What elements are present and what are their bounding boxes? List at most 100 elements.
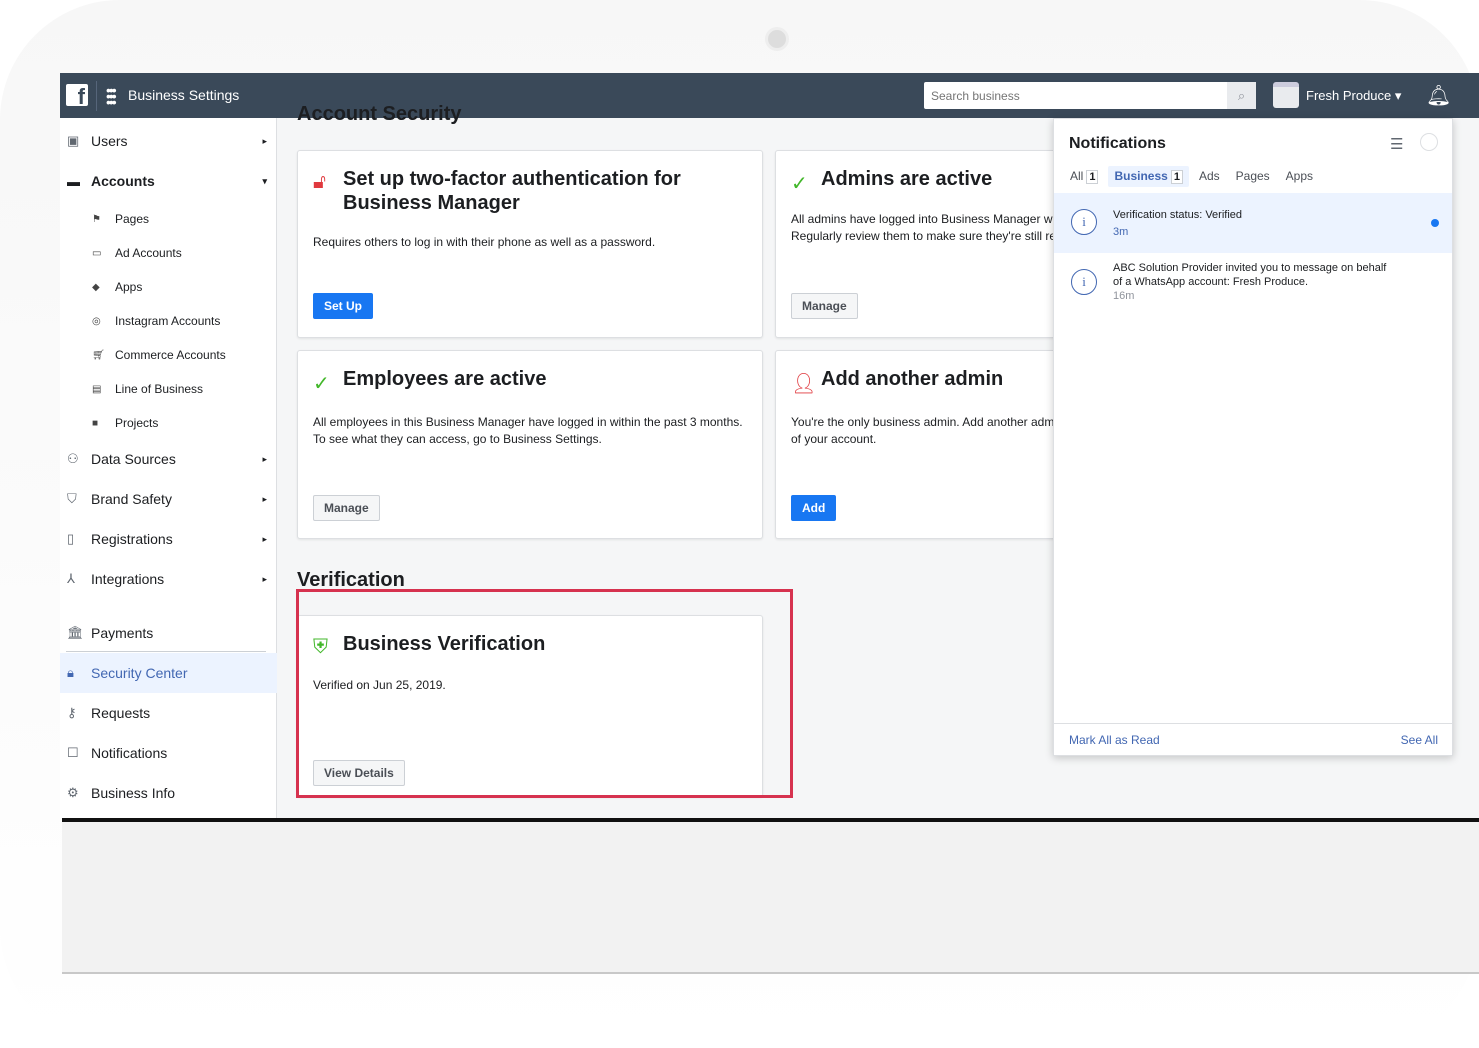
set-up-button[interactable]: Set Up	[313, 293, 374, 319]
manage-employees-button[interactable]: Manage	[313, 495, 380, 521]
sidebar-item-label: Integrations	[91, 571, 165, 587]
sidebar-subitem-projects[interactable]: ■ Projects	[92, 416, 158, 430]
notification-item[interactable]: i Verification status: Verified 3m	[1054, 193, 1452, 253]
chevron-down-icon: ▾	[262, 175, 267, 186]
sidebar-item-label: Notifications	[91, 745, 168, 761]
sidebar-item-label: Payments	[91, 625, 154, 641]
sidebar-item-label: Users	[91, 133, 128, 149]
apps-grid-icon[interactable]: ••• ••• •••	[106, 83, 117, 109]
account-name: Fresh Produce	[1306, 88, 1392, 103]
unread-dot	[1431, 219, 1439, 227]
sidebar-subitem-pages[interactable]: ⚑ Pages	[92, 212, 149, 226]
sidebar-subitem-line-of-business[interactable]: ▤ Line of Business	[92, 382, 203, 396]
unlock-icon: 🔓︎	[313, 171, 326, 193]
bank-icon: 🏛︎	[67, 625, 84, 640]
add-admin-button[interactable]: Add	[791, 495, 837, 521]
integrations-icon: ⅄	[67, 571, 75, 586]
count-badge: 1	[1086, 170, 1099, 184]
add-user-icon: 👤︎	[791, 373, 817, 395]
account-switcher[interactable]: Fresh Produce ▾	[1306, 88, 1401, 104]
sidebar-item-requests[interactable]: ⚷ Requests	[60, 693, 277, 733]
sidebar-item-security-center[interactable]: 🔒︎ Security Center	[60, 653, 277, 693]
notifications-title: Notifications	[1069, 135, 1166, 152]
sidebar-subitem-commerce[interactable]: 🛒︎ Commerce Accounts	[92, 348, 226, 362]
sidebar-subitem-instagram[interactable]: ◎ Instagram Accounts	[92, 314, 220, 328]
sidebar-item-users[interactable]: ▣ Users ▸	[60, 121, 277, 161]
sidebar-subitem-ad-accounts[interactable]: ▭ Ad Accounts	[92, 246, 182, 260]
facebook-logo[interactable]: f	[66, 84, 88, 106]
info-icon: i	[1071, 209, 1097, 235]
divider	[96, 81, 97, 111]
search-icon[interactable]: ⌕	[1227, 82, 1256, 109]
label: Projects	[115, 416, 159, 430]
sidebar-item-label: Brand Safety	[91, 491, 172, 507]
notifications-panel: Notifications ☰ All 1 Business 1 Ads Pages…	[1053, 118, 1453, 756]
accounts-icon: ▬	[67, 173, 80, 189]
label: Apps	[115, 280, 143, 294]
sidebar-item-label: Accounts	[91, 173, 155, 189]
notification-text: Verification status: Verified	[1113, 209, 1243, 221]
card-text: All employees in this Business Manager h…	[313, 415, 743, 446]
flag-icon: ⚑	[92, 213, 101, 225]
notifications-icon: ☐	[67, 745, 79, 760]
sidebar-item-payments[interactable]: 🏛︎ Payments	[60, 613, 277, 653]
tab-ads[interactable]: Ads	[1193, 166, 1226, 187]
label: Ad Accounts	[115, 246, 182, 260]
manage-admins-button[interactable]: Manage	[791, 293, 858, 319]
sidebar-item-label: Requests	[91, 705, 151, 721]
notification-time: 16m	[1113, 290, 1135, 302]
sidebar-item-label: Business Info	[91, 785, 176, 801]
data-sources-icon: ⚇	[67, 451, 79, 466]
shield-icon: ⛉	[67, 491, 77, 506]
tab-apps[interactable]: Apps	[1280, 166, 1319, 187]
tab-pages[interactable]: Pages	[1230, 166, 1276, 187]
sidebar-subitem-apps[interactable]: ◆ Apps	[92, 280, 142, 294]
search-input[interactable]	[924, 82, 1256, 109]
section-heading-account-security: Account Security	[297, 103, 462, 125]
info-icon: i	[1071, 269, 1097, 295]
sidebar-item-business-info[interactable]: ⚙ Business Info	[60, 773, 277, 813]
chevron-right-icon: ▸	[262, 493, 267, 504]
employees-active-card: ✓ Employees are active All employees in …	[297, 350, 763, 539]
notification-tabs: All 1 Business 1 Ads Pages Apps	[1064, 166, 1319, 187]
business-avatar[interactable]	[1273, 82, 1299, 108]
notification-item[interactable]: i ABC Solution Provider invited you to m…	[1054, 253, 1452, 313]
see-all-link[interactable]: See All	[1401, 733, 1438, 747]
camera	[765, 27, 789, 51]
label: Instagram Accounts	[115, 314, 221, 328]
check-icon: ✓	[313, 373, 330, 395]
key-icon: ⚷	[67, 705, 77, 720]
sidebar-item-integrations[interactable]: ⅄ Integrations ▸	[60, 559, 277, 599]
sidebar-item-accounts[interactable]: ▬ Accounts ▾	[60, 161, 277, 201]
mark-all-read-link[interactable]: Mark All as Read	[1069, 733, 1160, 747]
label: Commerce Accounts	[115, 348, 226, 362]
card-title: Set up two-factor authentication for Bus…	[343, 168, 681, 214]
sidebar-item-registrations[interactable]: ▯ Registrations ▸	[60, 519, 277, 559]
chevron-right-icon: ▸	[262, 453, 267, 464]
tab-label: Business	[1114, 169, 1168, 183]
highlight-box	[296, 589, 793, 798]
sidebar-item-label: Data Sources	[91, 451, 176, 467]
check-icon: ✓	[791, 173, 808, 195]
label: Line of Business	[115, 382, 204, 396]
lock-icon: 🔒︎	[67, 665, 74, 680]
tab-business[interactable]: Business 1	[1108, 166, 1189, 187]
briefcase-icon: ▤	[92, 383, 102, 395]
avatar[interactable]	[1420, 133, 1438, 151]
users-icon: ▣	[67, 133, 80, 148]
notification-text: ABC Solution Provider invited you to mes…	[1113, 262, 1387, 288]
settings-icon[interactable]: ☰	[1390, 135, 1403, 153]
chevron-right-icon: ▸	[262, 573, 267, 584]
sidebar-item-notifications[interactable]: ☐ Notifications	[60, 733, 277, 773]
cart-icon: 🛒︎	[92, 349, 105, 361]
app-title: Business Settings	[128, 87, 240, 103]
sidebar-item-label: Security Center	[91, 665, 188, 681]
ad-accounts-icon: ▭	[92, 247, 102, 259]
gear-icon: ⚙	[67, 785, 79, 800]
sidebar-item-data-sources[interactable]: ⚇ Data Sources ▸	[60, 439, 277, 479]
tab-all[interactable]: All 1	[1064, 166, 1104, 187]
bell-icon[interactable]: 🔔︎	[1426, 83, 1451, 108]
lower-panel	[62, 818, 1479, 974]
sidebar-item-brand-safety[interactable]: ⛉ Brand Safety ▸	[60, 479, 277, 519]
chevron-right-icon: ▸	[262, 135, 267, 146]
